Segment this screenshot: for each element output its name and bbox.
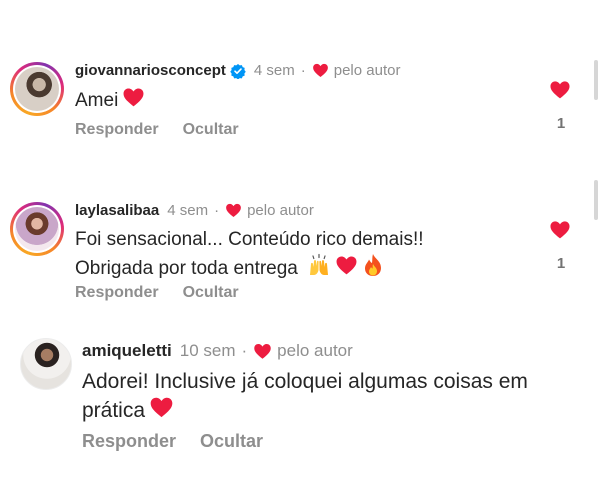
scrollbar[interactable] bbox=[594, 180, 598, 220]
reply-button[interactable]: Responder bbox=[82, 431, 176, 452]
separator: · bbox=[241, 341, 248, 360]
author-heart-icon bbox=[253, 342, 272, 361]
username[interactable]: amiqueletti bbox=[82, 341, 172, 361]
comment-time[interactable]: 10 sem bbox=[180, 341, 236, 361]
scrollbar[interactable] bbox=[594, 60, 598, 100]
comment-item: amiqueletti 10 sem · pelo autor Adorei! … bbox=[0, 0, 600, 470]
hide-button[interactable]: Ocultar bbox=[200, 431, 263, 452]
liked-by-author-label: pelo autor bbox=[277, 341, 353, 360]
avatar-wrapper[interactable] bbox=[20, 338, 72, 390]
avatar bbox=[20, 338, 72, 390]
heart-emoji bbox=[149, 395, 174, 427]
comment-text: Adorei! Inclusive já coloquei algumas co… bbox=[82, 368, 528, 427]
